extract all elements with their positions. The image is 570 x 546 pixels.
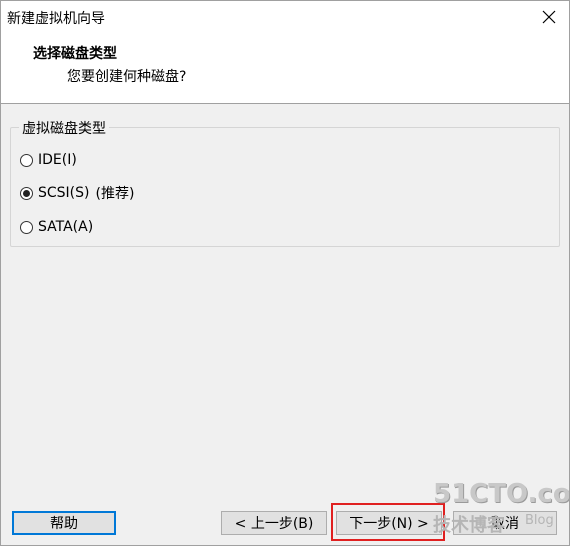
title-bar: 新建虚拟机向导: [1, 1, 569, 33]
help-button[interactable]: 帮助: [12, 511, 116, 535]
next-button-highlight: [331, 503, 445, 541]
radio-label-scsi: SCSI(S): [38, 185, 90, 201]
watermark-logo: 51CTO.com: [433, 479, 570, 509]
close-icon: [542, 10, 556, 24]
radio-circle-ide[interactable]: [20, 153, 33, 167]
close-button[interactable]: [537, 5, 561, 29]
cancel-button[interactable]: 取消: [453, 511, 557, 535]
radio-sata[interactable]: SATA(A): [20, 216, 93, 238]
wizard-window: 新建虚拟机向导 选择磁盘类型 您要创建何种磁盘? 虚拟磁盘类型 IDE(I) S…: [0, 0, 570, 546]
wizard-header: 选择磁盘类型 您要创建何种磁盘?: [1, 33, 569, 104]
page-subtitle: 您要创建何种磁盘?: [67, 69, 187, 85]
back-button[interactable]: < 上一步(B): [221, 511, 327, 535]
groupbox-label: 虚拟磁盘类型: [19, 118, 109, 138]
radio-label-ide: IDE(I): [38, 152, 77, 168]
radio-label-sata: SATA(A): [38, 219, 94, 235]
radio-circle-sata[interactable]: [20, 220, 33, 234]
page-title: 选择磁盘类型: [33, 46, 117, 62]
window-title: 新建虚拟机向导: [7, 11, 105, 27]
radio-ide[interactable]: IDE(I): [20, 149, 77, 171]
recommended-note: (推荐): [95, 186, 135, 202]
radio-scsi[interactable]: SCSI(S) (推荐): [20, 182, 134, 204]
radio-circle-scsi[interactable]: [20, 186, 33, 200]
